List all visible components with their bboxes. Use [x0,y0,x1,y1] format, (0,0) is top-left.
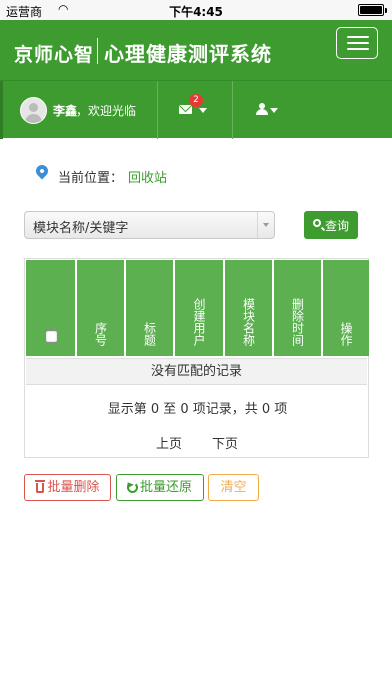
user-icon-body [256,109,268,115]
select-all-checkbox[interactable] [45,330,58,343]
brand-divider [97,38,98,64]
search-button-label: 查询 [325,219,350,233]
app-header: 京师心智 心理健康测评系统 [0,20,392,80]
hamburger-icon-bar [347,42,369,44]
avatar-head [29,103,38,112]
map-marker-icon [33,162,51,180]
batch-restore-button[interactable]: 批量还原 [116,474,204,501]
select-arrow [257,212,274,238]
chevron-down-icon [263,223,269,227]
column-header-label: 删除时间 [290,298,305,346]
user-bar-edge [0,81,3,139]
user-bar-divider [232,81,233,139]
hamburger-icon-bar [347,48,369,50]
next-page-link[interactable]: 下页 [212,433,238,452]
caret-down-icon [199,108,207,113]
user-bar-divider [157,81,158,139]
pagination-info: 显示第 0 至 0 项记录，共 0 项 [107,402,288,417]
clock: 下午4:45 [169,5,223,19]
undo-icon [127,482,138,493]
column-header[interactable]: 模块名称 [225,260,274,356]
column-header-label: 创建用户 [192,298,206,346]
column-header-label: 序号 [93,322,108,346]
select-all-header [26,260,77,356]
column-header[interactable]: 序号 [77,260,126,356]
column-header-label: 模块名称 [241,298,256,346]
recycle-bin-table: 序号 标题 创建用户 模块名称 删除时间 操作 没有匹配的记录 显示第 0 至 … [24,258,369,458]
avatar-body [25,114,42,123]
column-header[interactable]: 创建用户 [175,260,225,356]
column-header-label: 标题 [142,322,157,346]
envelope-icon [179,105,192,114]
hamburger-icon [347,36,369,38]
breadcrumb-current-link[interactable]: 回收站 [128,167,167,186]
menu-toggle-button[interactable] [336,27,378,59]
avatar[interactable] [20,97,47,124]
clear-label: 清空 [220,480,247,495]
search-icon [313,219,321,227]
clear-button[interactable]: 清空 [208,474,259,501]
welcome-text: ，欢迎光临 [76,104,137,118]
trash-icon [35,480,45,493]
brand-logo-text: 京师心智 [14,44,95,66]
username: 李鑫 [53,104,78,118]
status-bar: 运营商 ◠ 下午4:45 [0,0,392,20]
app-title: 心理健康测评系统 [104,42,272,66]
column-header[interactable]: 标题 [126,260,175,356]
caret-down-icon [270,108,278,113]
search-button[interactable]: 查询 [304,211,358,239]
battery-fill [360,6,382,14]
batch-restore-label: 批量还原 [139,480,192,495]
batch-delete-label: 批量删除 [47,480,100,495]
batch-delete-button[interactable]: 批量删除 [24,474,111,501]
module-select[interactable]: 模块名称/关键字 [24,211,275,239]
user-bar: 李鑫 ，欢迎光临 2 [0,80,392,139]
empty-table-row: 没有匹配的记录 [26,358,367,385]
column-header-label: 操作 [339,322,353,346]
message-count-badge: 2 [189,94,203,107]
breadcrumb-label: 当前位置： [58,171,124,186]
prev-page-link[interactable]: 上页 [156,433,182,452]
column-header[interactable]: 删除时间 [274,260,323,356]
battery-icon [358,4,387,16]
column-header: 操作 [323,260,369,356]
module-select-value: 模块名称/关键字 [33,221,129,236]
